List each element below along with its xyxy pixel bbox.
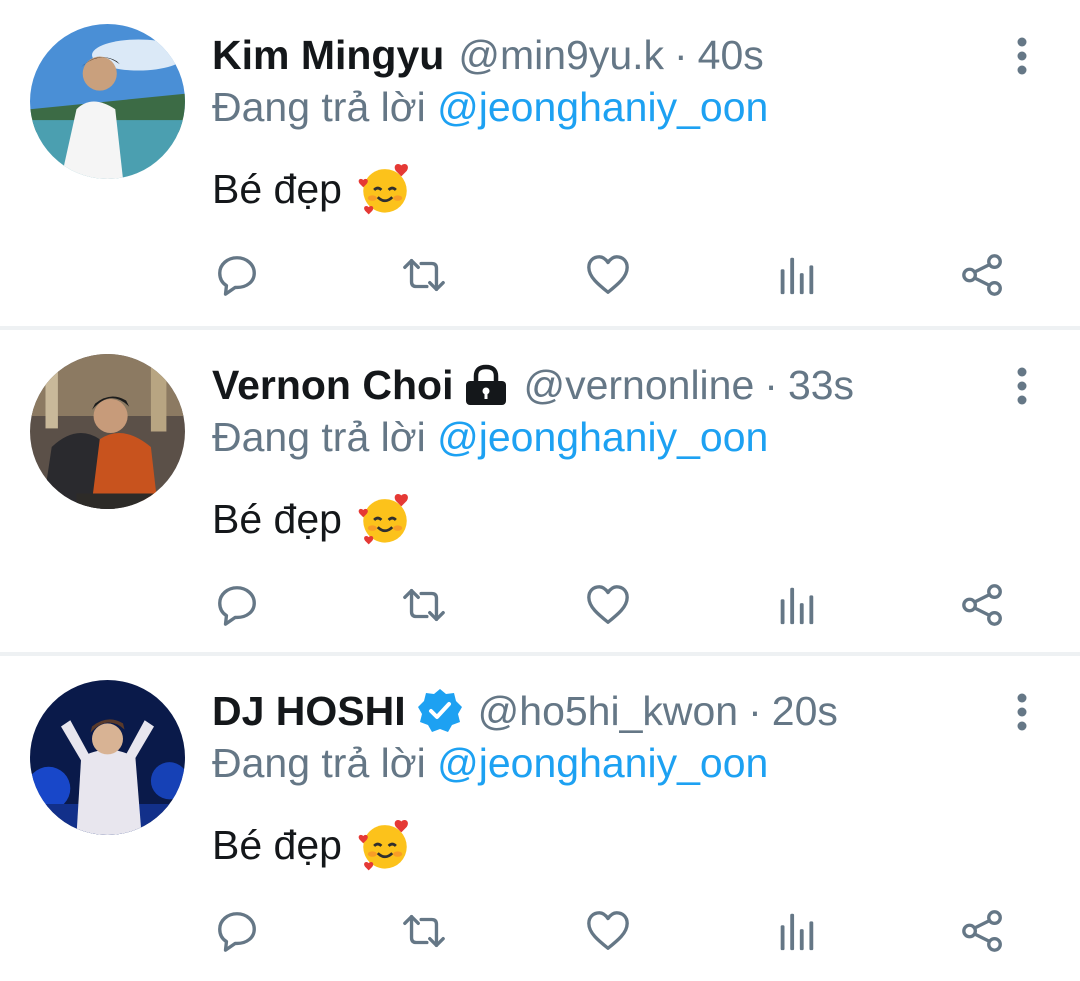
tweet-text-content: Bé đẹp	[212, 495, 342, 542]
reply-icon	[218, 586, 256, 626]
reply-mention-link[interactable]: @jeonghaniy_oon	[437, 84, 768, 130]
reply-button[interactable]	[212, 580, 262, 630]
verified-badge-icon	[417, 689, 462, 732]
smiling-face-with-hearts-icon	[358, 163, 408, 215]
tweet-header: DJ HOSHI @ho5hi_kwon · 20s	[212, 686, 838, 736]
replying-to-label: Đang trả lời	[212, 84, 438, 130]
author-handle[interactable]: @min9yu.k	[458, 32, 664, 79]
author-name[interactable]: Vernon Choi	[212, 362, 453, 409]
timestamp[interactable]: 20s	[772, 688, 838, 735]
retweet-icon	[403, 258, 445, 292]
more-vertical-icon[interactable]	[1012, 366, 1032, 406]
tweet-actions	[212, 580, 1012, 630]
verified-badge	[416, 687, 464, 735]
separator-dot: ·	[748, 687, 762, 734]
author-name[interactable]: Kim Mingyu	[212, 32, 444, 79]
retweet-icon	[403, 588, 445, 622]
replying-to-label: Đang trả lời	[212, 414, 438, 460]
replying-to: Đang trả lời @jeonghaniy_oon	[212, 84, 768, 131]
analytics-button[interactable]	[771, 580, 821, 630]
timestamp[interactable]: 40s	[698, 32, 764, 79]
tweet[interactable]: DJ HOSHI @ho5hi_kwon · 20s Đang trả lời …	[0, 652, 1080, 977]
reply-icon	[218, 256, 256, 296]
like-button[interactable]	[583, 906, 633, 956]
analytics-icon	[780, 913, 814, 951]
like-button[interactable]	[583, 580, 633, 630]
tweet-text-content: Bé đẹp	[212, 821, 342, 868]
author-name[interactable]: DJ HOSHI	[212, 688, 406, 735]
tweet-text-content: Bé đẹp	[212, 165, 342, 212]
replying-to: Đang trả lời @jeonghaniy_oon	[212, 740, 768, 787]
avatar[interactable]	[30, 680, 185, 835]
avatar[interactable]	[30, 354, 185, 509]
tweet-text: Bé đẹp	[212, 160, 414, 218]
retweet-icon	[403, 914, 445, 948]
analytics-button[interactable]	[771, 250, 821, 300]
replying-to-label: Đang trả lời	[212, 740, 438, 786]
author-handle[interactable]: @ho5hi_kwon	[478, 688, 738, 735]
tweet[interactable]: Vernon Choi @vernonline · 33s Đang trả l…	[0, 326, 1080, 652]
analytics-icon	[780, 257, 814, 295]
author-handle[interactable]: @vernonline	[523, 362, 754, 409]
retweet-button[interactable]	[399, 250, 449, 300]
share-icon	[962, 584, 1002, 626]
separator-dot: ·	[674, 31, 688, 78]
retweet-button[interactable]	[399, 906, 449, 956]
retweet-button[interactable]	[399, 580, 449, 630]
lock-icon	[466, 364, 507, 405]
separator-dot: ·	[764, 361, 778, 408]
tweet-text: Bé đẹp	[212, 490, 414, 548]
share-button[interactable]	[958, 906, 1008, 956]
heart-icon	[587, 911, 629, 950]
share-icon	[962, 910, 1002, 952]
more-vertical-icon[interactable]	[1012, 692, 1032, 732]
protected-account-badge	[463, 364, 509, 406]
reply-button[interactable]	[212, 250, 262, 300]
tweet-header: Kim Mingyu @min9yu.k · 40s	[212, 30, 764, 80]
tweet-feed: Kim Mingyu @min9yu.k · 40s Đang trả lời …	[0, 0, 1080, 977]
more-vertical-icon[interactable]	[1012, 36, 1032, 76]
tweet-actions	[212, 250, 1012, 300]
analytics-button[interactable]	[771, 906, 821, 956]
reply-icon	[218, 912, 256, 952]
avatar[interactable]	[30, 24, 185, 179]
smiling-face-with-hearts-icon	[358, 493, 408, 545]
tweet-text: Bé đẹp	[212, 816, 414, 874]
heart-icon	[587, 255, 629, 294]
share-button[interactable]	[958, 580, 1008, 630]
tweet[interactable]: Kim Mingyu @min9yu.k · 40s Đang trả lời …	[0, 0, 1080, 326]
tweet-header: Vernon Choi @vernonline · 33s	[212, 360, 854, 410]
tweet-actions	[212, 906, 1012, 956]
timestamp[interactable]: 33s	[788, 362, 854, 409]
analytics-icon	[780, 587, 814, 625]
reply-mention-link[interactable]: @jeonghaniy_oon	[437, 414, 768, 460]
share-icon	[962, 254, 1002, 296]
replying-to: Đang trả lời @jeonghaniy_oon	[212, 414, 768, 461]
reply-button[interactable]	[212, 906, 262, 956]
like-button[interactable]	[583, 250, 633, 300]
share-button[interactable]	[958, 250, 1008, 300]
smiling-face-with-hearts-icon	[358, 819, 408, 871]
heart-icon	[587, 585, 629, 624]
reply-mention-link[interactable]: @jeonghaniy_oon	[437, 740, 768, 786]
